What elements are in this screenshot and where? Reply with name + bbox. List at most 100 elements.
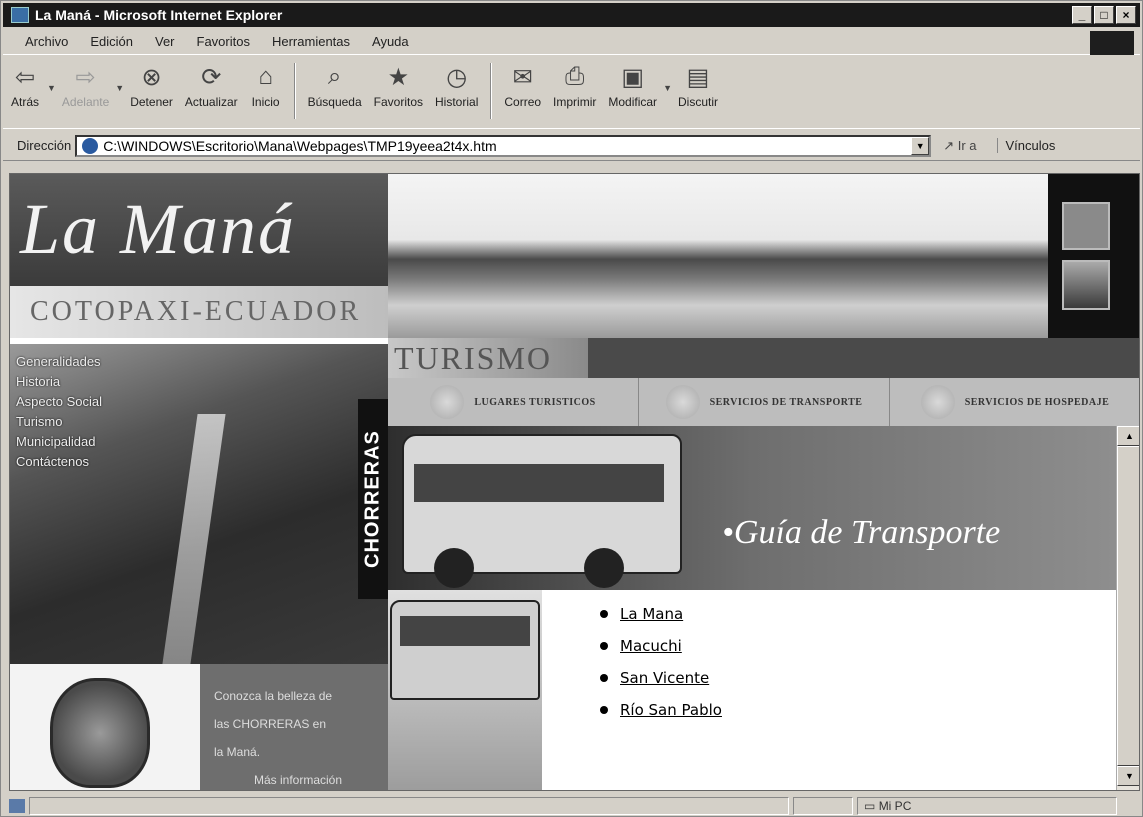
promo-panel[interactable]: Conozca la belleza de las CHORRERAS en l… xyxy=(200,664,388,790)
promo-more-link[interactable]: Más información xyxy=(214,766,388,790)
security-zone: ▭ Mi PC xyxy=(857,796,1117,815)
transport-guide-banner: •Guía de Transporte xyxy=(388,426,1116,590)
stop-button[interactable]: ⊗ Detener xyxy=(130,61,173,110)
bus-image xyxy=(390,600,540,700)
go-button[interactable]: ↗ Ir a xyxy=(943,138,976,154)
address-dropdown-icon[interactable]: ▼ xyxy=(911,136,930,155)
list-item: La Mana xyxy=(600,598,722,630)
print-button[interactable]: ⎙ Imprimir xyxy=(553,61,596,109)
menu-favoritos[interactable]: Favoritos xyxy=(197,34,250,49)
route-link-san-vicente[interactable]: San Vicente xyxy=(620,669,709,687)
waterfall-photo: Generalidades Historia Aspecto Social Tu… xyxy=(10,344,388,664)
go-arrow-icon: ↗ xyxy=(943,137,955,153)
seal-icon xyxy=(430,385,465,419)
section-header: TURISMO xyxy=(388,338,1139,378)
address-url[interactable]: C:\WINDOWS\Escritorio\Mana\Webpages\TMP1… xyxy=(103,138,911,154)
nav-aspecto-social[interactable]: Aspecto Social xyxy=(16,392,102,412)
seal-icon xyxy=(920,385,955,419)
list-item: San Vicente xyxy=(600,662,722,694)
standard-toolbar: ⇦ Atrás ▼ ⇨ Adelante ▼ ⊗ Detener ⟳ Actua… xyxy=(3,57,1140,129)
refresh-icon: ⟳ xyxy=(201,63,222,91)
address-input[interactable]: C:\WINDOWS\Escritorio\Mana\Webpages\TMP1… xyxy=(75,134,932,157)
bullet-icon xyxy=(600,642,608,650)
guide-title: •Guía de Transporte xyxy=(722,514,1001,551)
history-icon: ◷ xyxy=(446,63,468,91)
forward-dropdown-icon[interactable]: ▼ xyxy=(115,83,124,93)
discuss-button[interactable]: ▤ Discutir xyxy=(678,61,718,110)
tab-servicios-transporte[interactable]: SERVICIOS DE TRANSPORTE xyxy=(639,378,890,426)
links-button[interactable]: Vínculos xyxy=(996,138,1055,153)
favorites-icon: ★ xyxy=(387,63,410,91)
river-banner-image xyxy=(388,174,1048,338)
menu-ayuda[interactable]: Ayuda xyxy=(372,34,409,49)
forward-button[interactable]: ⇨ Adelante xyxy=(62,61,109,110)
nav-contactenos[interactable]: Contáctenos xyxy=(16,452,102,472)
bullet-icon xyxy=(600,674,608,682)
vertical-scrollbar[interactable]: ▲ ▼ xyxy=(1116,426,1139,790)
forward-arrow-icon: ⇨ xyxy=(75,63,96,91)
nav-generalidades[interactable]: Generalidades xyxy=(16,352,102,372)
back-dropdown-icon[interactable]: ▼ xyxy=(47,83,56,93)
home-icon: ⌂ xyxy=(258,63,273,90)
bus-photo-panel xyxy=(388,590,542,790)
browser-window: La Maná - Microsoft Internet Explorer _ … xyxy=(0,0,1143,817)
page-icon xyxy=(82,137,99,154)
window-title: La Maná - Microsoft Internet Explorer xyxy=(35,7,283,23)
thumbnail-image[interactable] xyxy=(1062,202,1110,250)
refresh-button[interactable]: ⟳ Actualizar xyxy=(185,61,238,110)
page-status-icon xyxy=(9,798,25,813)
ie-app-icon xyxy=(11,7,29,23)
site-subtitle-bar: COTOPAXI-ECUADOR xyxy=(10,286,388,338)
menu-herramientas[interactable]: Herramientas xyxy=(272,34,350,49)
nav-turismo[interactable]: Turismo xyxy=(16,412,102,432)
back-button[interactable]: ⇦ Atrás xyxy=(9,61,41,110)
history-button[interactable]: ◷ Historial xyxy=(435,61,478,110)
chorreras-banner: CHORRERAS xyxy=(358,399,388,599)
toolbar-separator xyxy=(293,63,296,119)
scroll-down-icon[interactable]: ▼ xyxy=(1117,766,1139,786)
nav-municipalidad[interactable]: Municipalidad xyxy=(16,432,102,452)
discuss-icon: ▤ xyxy=(686,63,710,91)
tab-lugares-turisticos[interactable]: LUGARES TURISTICOS xyxy=(388,378,639,426)
address-label: Dirección xyxy=(17,138,72,153)
mail-button[interactable]: ✉ Correo xyxy=(504,61,541,110)
edit-button[interactable]: ▣ Modificar xyxy=(608,61,657,110)
site-logo[interactable]: La Maná xyxy=(10,174,388,286)
edit-dropdown-icon[interactable]: ▼ xyxy=(663,83,672,93)
close-button[interactable]: × xyxy=(1116,6,1136,24)
bus-image xyxy=(402,434,682,588)
menu-ver[interactable]: Ver xyxy=(155,34,175,49)
maximize-button[interactable]: □ xyxy=(1094,6,1114,24)
section-title: TURISMO xyxy=(388,338,588,378)
thumbnail-image[interactable] xyxy=(1062,260,1110,310)
promo-line: la Maná. xyxy=(214,745,261,759)
list-item: Macuchi xyxy=(600,630,722,662)
favorites-button[interactable]: ★ Favoritos xyxy=(374,61,423,110)
bullet-icon xyxy=(600,610,608,618)
scroll-up-icon[interactable]: ▲ xyxy=(1117,426,1139,446)
edit-icon: ▣ xyxy=(621,63,645,91)
address-bar: Dirección C:\WINDOWS\Escritorio\Mana\Web… xyxy=(3,131,1140,161)
route-link-macuchi[interactable]: Macuchi xyxy=(620,637,682,655)
tab-servicios-hospedaje[interactable]: SERVICIOS DE HOSPEDAJE xyxy=(890,378,1139,426)
minimize-button[interactable]: _ xyxy=(1072,6,1092,24)
nav-historia[interactable]: Historia xyxy=(16,372,102,392)
search-button[interactable]: ⌕ Búsqueda xyxy=(308,61,362,109)
status-panel xyxy=(29,796,789,815)
computer-icon: ▭ xyxy=(864,798,876,813)
municipal-seal-panel xyxy=(10,664,200,790)
menu-edicion[interactable]: Edición xyxy=(90,34,133,49)
route-link-rio-san-pablo[interactable]: Río San Pablo xyxy=(620,701,722,719)
home-button[interactable]: ⌂ Inicio xyxy=(250,61,282,109)
toolbar-separator xyxy=(490,63,493,119)
tourism-tabs: LUGARES TURISTICOS SERVICIOS DE TRANSPOR… xyxy=(388,378,1139,426)
waterfall-image xyxy=(162,414,226,664)
site-nav: Generalidades Historia Aspecto Social Tu… xyxy=(16,352,102,472)
bullet-icon xyxy=(600,706,608,714)
scroll-thumb[interactable] xyxy=(1117,446,1139,766)
status-bar: ▭ Mi PC xyxy=(3,795,1140,816)
promo-line: Conozca la belleza de xyxy=(214,689,333,703)
menu-archivo[interactable]: Archivo xyxy=(25,34,68,49)
web-content: La Maná COTOPAXI-ECUADOR Generalidades H… xyxy=(9,173,1140,791)
route-link-la-mana[interactable]: La Mana xyxy=(620,605,683,623)
